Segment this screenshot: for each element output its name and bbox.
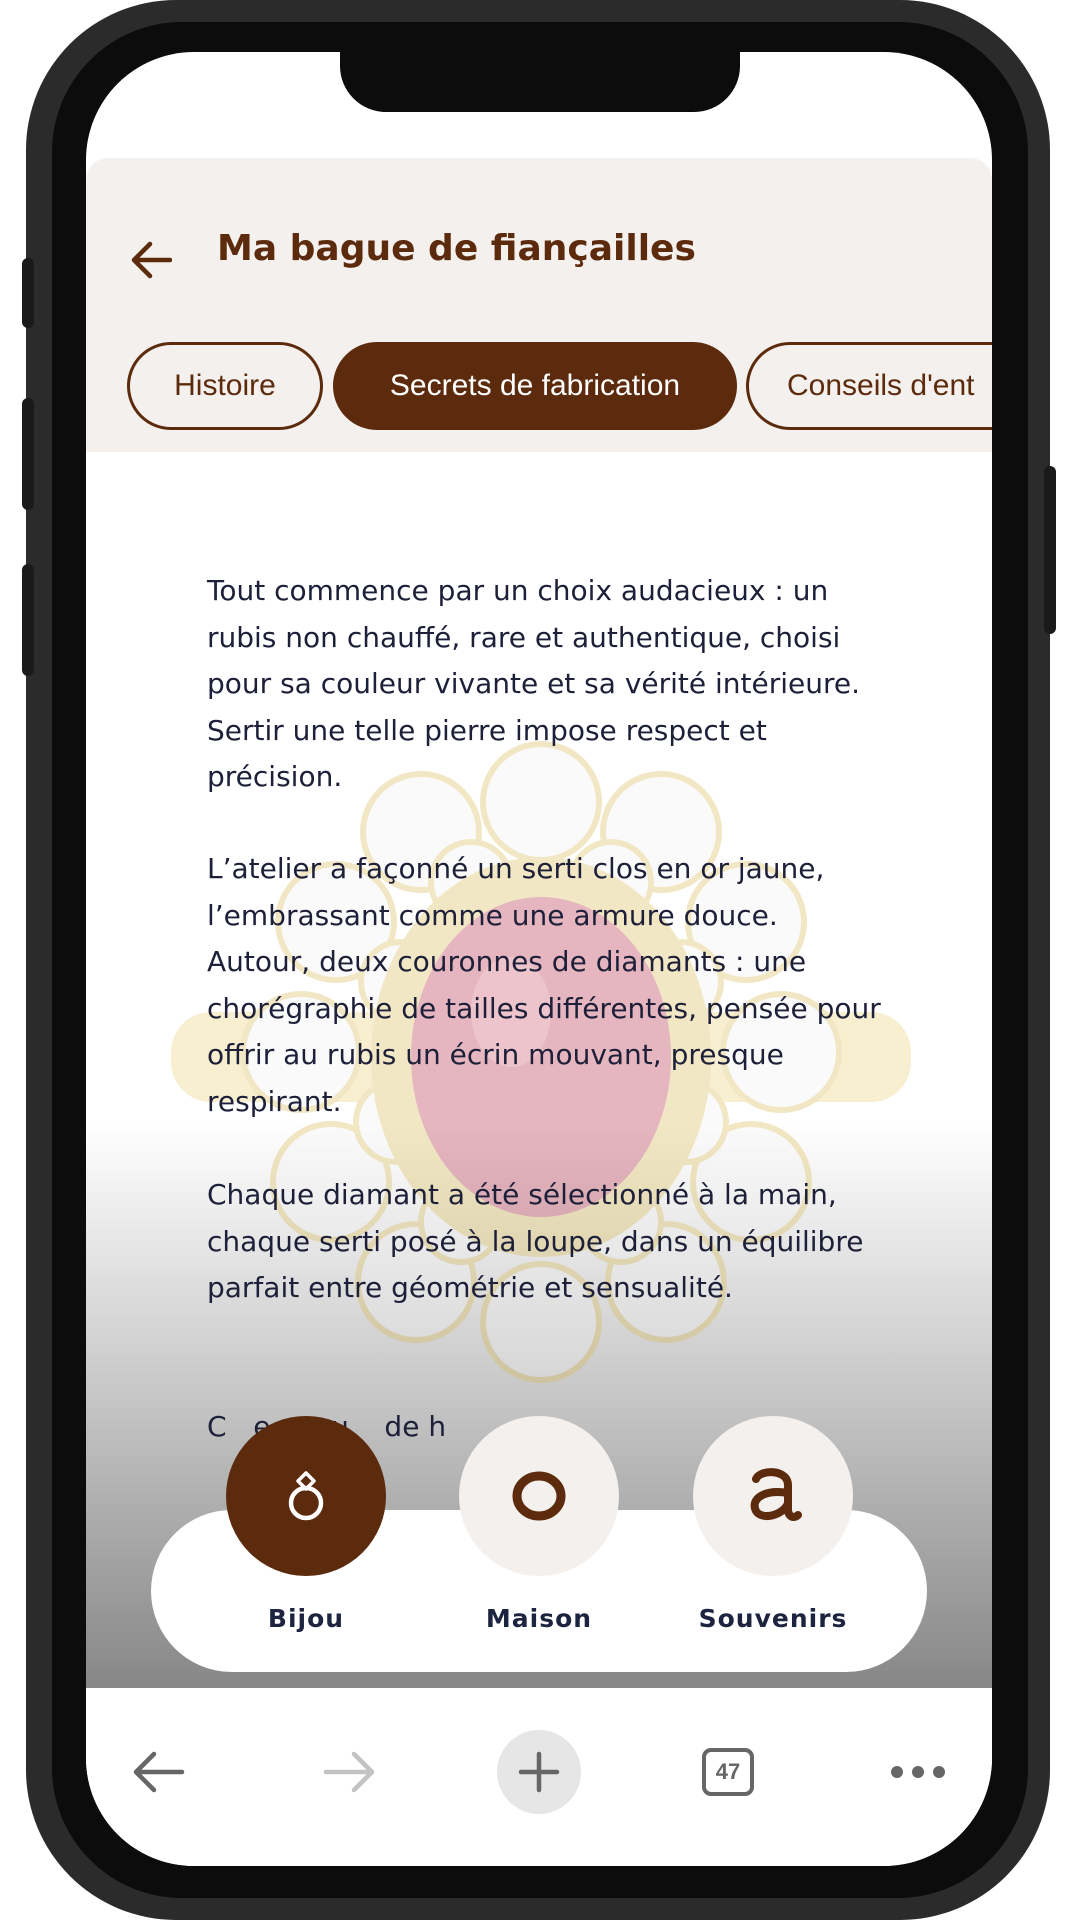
nav-maison-label: Maison — [485, 1604, 593, 1633]
nav-maison[interactable] — [454, 1416, 624, 1576]
ring-icon — [288, 1471, 324, 1521]
o-letter-icon — [512, 1471, 566, 1521]
paragraph-1: Tout commence par un choix audacieux : u… — [207, 574, 861, 793]
nav-maison-circle[interactable] — [459, 1416, 619, 1576]
browser-more-button[interactable] — [876, 1730, 960, 1814]
nav-bijou-circle[interactable] — [226, 1416, 386, 1576]
nav-bijou[interactable] — [221, 1416, 391, 1576]
arrow-left-icon — [131, 241, 173, 279]
nav-souvenirs-label: Souvenirs — [698, 1604, 848, 1633]
volume-up-button — [22, 398, 34, 510]
paragraph-3: Chaque diamant a été sélectionné à la ma… — [207, 1178, 864, 1304]
browser-forward-button[interactable] — [308, 1730, 392, 1814]
new-tab-icon — [518, 1751, 560, 1793]
nav-souvenirs[interactable] — [688, 1416, 858, 1576]
forward-icon — [323, 1751, 375, 1793]
app-header: Ma bague de fiançailles Histoire Secrets… — [86, 158, 992, 452]
tab-histoire[interactable]: Histoire — [127, 342, 323, 430]
browser-new-tab-button[interactable] — [497, 1730, 581, 1814]
tab-conseils[interactable]: Conseils d'ent — [746, 342, 992, 430]
nav-souvenirs-circle[interactable] — [693, 1416, 853, 1576]
tabs-icon: 47 — [702, 1748, 754, 1796]
browser-toolbar: 47 — [86, 1688, 992, 1866]
paragraph-2: L’atelier a façonné un serti clos en or … — [207, 852, 881, 1118]
volume-down-button — [22, 564, 34, 676]
browser-tabs-button[interactable]: 47 — [686, 1730, 770, 1814]
nav-bijou-label: Bijou — [267, 1604, 345, 1633]
page-title: Ma bague de fiançailles — [217, 228, 696, 269]
side-button — [22, 258, 34, 328]
back-icon — [133, 1751, 185, 1793]
a-letter-icon — [750, 1468, 802, 1521]
back-button[interactable] — [130, 240, 173, 280]
screen: Ma bague de fiançailles Histoire Secrets… — [86, 52, 992, 1866]
tab-bar: Histoire Secrets de fabrication Conseils… — [86, 342, 992, 434]
notch — [340, 52, 740, 112]
power-button — [1044, 466, 1056, 634]
tab-secrets-de-fabrication[interactable]: Secrets de fabrication — [333, 342, 737, 430]
tab-count: 47 — [715, 1759, 741, 1784]
more-icon — [891, 1766, 945, 1778]
browser-back-button[interactable] — [116, 1730, 200, 1814]
